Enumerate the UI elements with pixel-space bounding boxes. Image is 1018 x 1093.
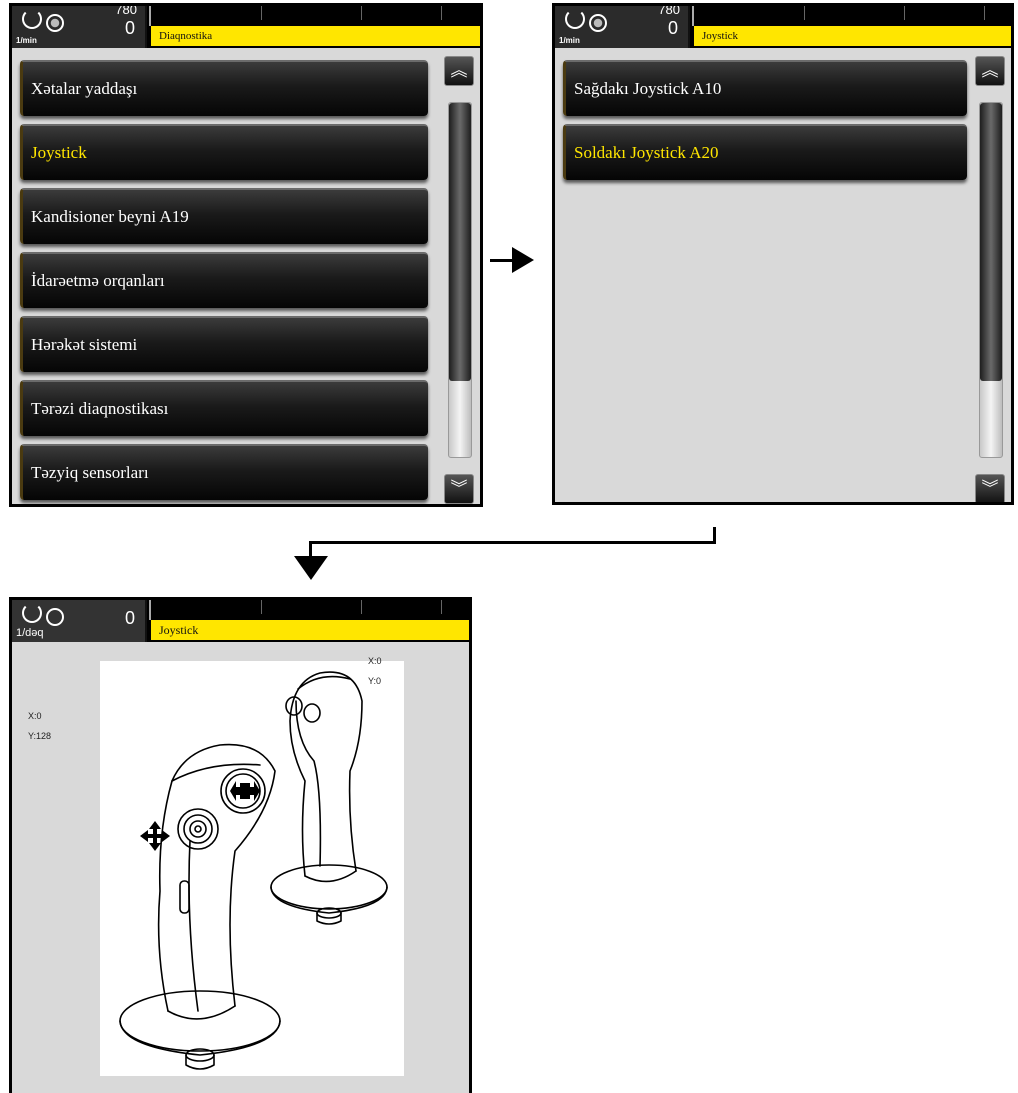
scroll-up-button[interactable]: ︽ [444,56,474,86]
rpm-value: 0 [124,608,135,628]
menu-list: Sağdakı Joystick A10 Soldakı Joystick A2… [563,60,967,188]
engine-icon [565,9,585,29]
rpm-top-value: 780 [658,6,680,17]
indicator-icon [46,14,64,32]
left-joystick-coords: X:0 Y:128 [28,706,51,746]
left-joystick-x: X:0 [28,711,42,721]
menu-item-right-joystick[interactable]: Sağdakı Joystick A10 [563,60,967,116]
rpm-gauge: 780 0 1/min [12,6,147,48]
menu-item-joystick[interactable]: Joystick [20,124,428,180]
joystick-illustration-panel: X:0 Y:0 [100,656,404,1076]
scroll-thumb[interactable] [449,103,471,381]
rpm-gauge: 0 1/dəq [12,600,147,642]
arrow-down [294,556,328,580]
screen-joystick-select: 780 0 1/min Joystick Sağdakı Joystick A1… [552,3,1014,505]
rpm-unit: 1/dəq [16,627,44,639]
scroll-track[interactable] [448,102,472,458]
menu-item-drive-system[interactable]: Hərəkət sistemi [20,316,428,372]
menu-item-pressure-sensors[interactable]: Təzyiq sensorları [20,444,428,500]
rpm-value: 0 [124,18,135,38]
engine-icon [22,603,42,623]
menu-item-climate-controller[interactable]: Kandisioner beyni A19 [20,188,428,244]
connector-line [309,541,716,544]
rpm-unit: 1/min [16,36,37,45]
arrow-right-head [512,247,534,273]
scale-ticks [692,6,1011,26]
menu-item-error-memory[interactable]: Xətalar yaddaşı [20,60,428,116]
cross-icon [140,781,260,851]
scroll-down-button[interactable]: ︾ [975,474,1005,502]
indicator-icon [589,14,607,32]
status-bar: 0 1/dəq Joystick [12,600,469,642]
status-bar: 780 0 1/min Diaqnostika [12,6,480,48]
screen-content: 780 0 1/min Diaqnostika Xətalar yaddaşı … [12,6,480,504]
screen-content: 780 0 1/min Joystick Sağdakı Joystick A1… [555,6,1011,502]
screen-content: 0 1/dəq Joystick X:0 Y:128 X:0 Y:0 [12,600,469,1093]
menu-item-controls[interactable]: İdarəetmə orqanları [20,252,428,308]
joystick-illustration [119,671,388,1070]
menu-item-scale-diagnostics[interactable]: Tərəzi diaqnostikası [20,380,428,436]
scrollbar[interactable]: ︽ ︾ [975,56,1005,502]
scrollbar[interactable]: ︽ ︾ [444,56,474,504]
menu-item-left-joystick[interactable]: Soldakı Joystick A20 [563,124,967,180]
rpm-value: 0 [667,18,678,38]
rpm-top-value: 780 [115,6,137,17]
scroll-track[interactable] [979,102,1003,458]
page-title: Joystick [151,620,469,640]
status-bar: 780 0 1/min Joystick [555,6,1011,48]
rpm-gauge: 780 0 1/min [555,6,690,48]
rpm-unit: 1/min [559,36,580,45]
scale-ticks [149,6,480,26]
scroll-down-button[interactable]: ︾ [444,474,474,504]
screen-joystick-view: 0 1/dəq Joystick X:0 Y:128 X:0 Y:0 [9,597,472,1093]
menu-list: Xətalar yaddaşı Joystick Kandisioner bey… [20,60,428,504]
page-title: Joystick [694,26,1011,46]
right-joystick-drawing [270,671,388,925]
scroll-up-button[interactable]: ︽ [975,56,1005,86]
page-title: Diaqnostika [151,26,480,46]
screen-diagnostics: 780 0 1/min Diaqnostika Xətalar yaddaşı … [9,3,483,507]
indicator-icon [46,608,64,626]
scroll-thumb[interactable] [980,103,1002,381]
left-joystick-y: Y:128 [28,731,52,741]
engine-icon [22,9,42,29]
scale-ticks [149,600,469,620]
